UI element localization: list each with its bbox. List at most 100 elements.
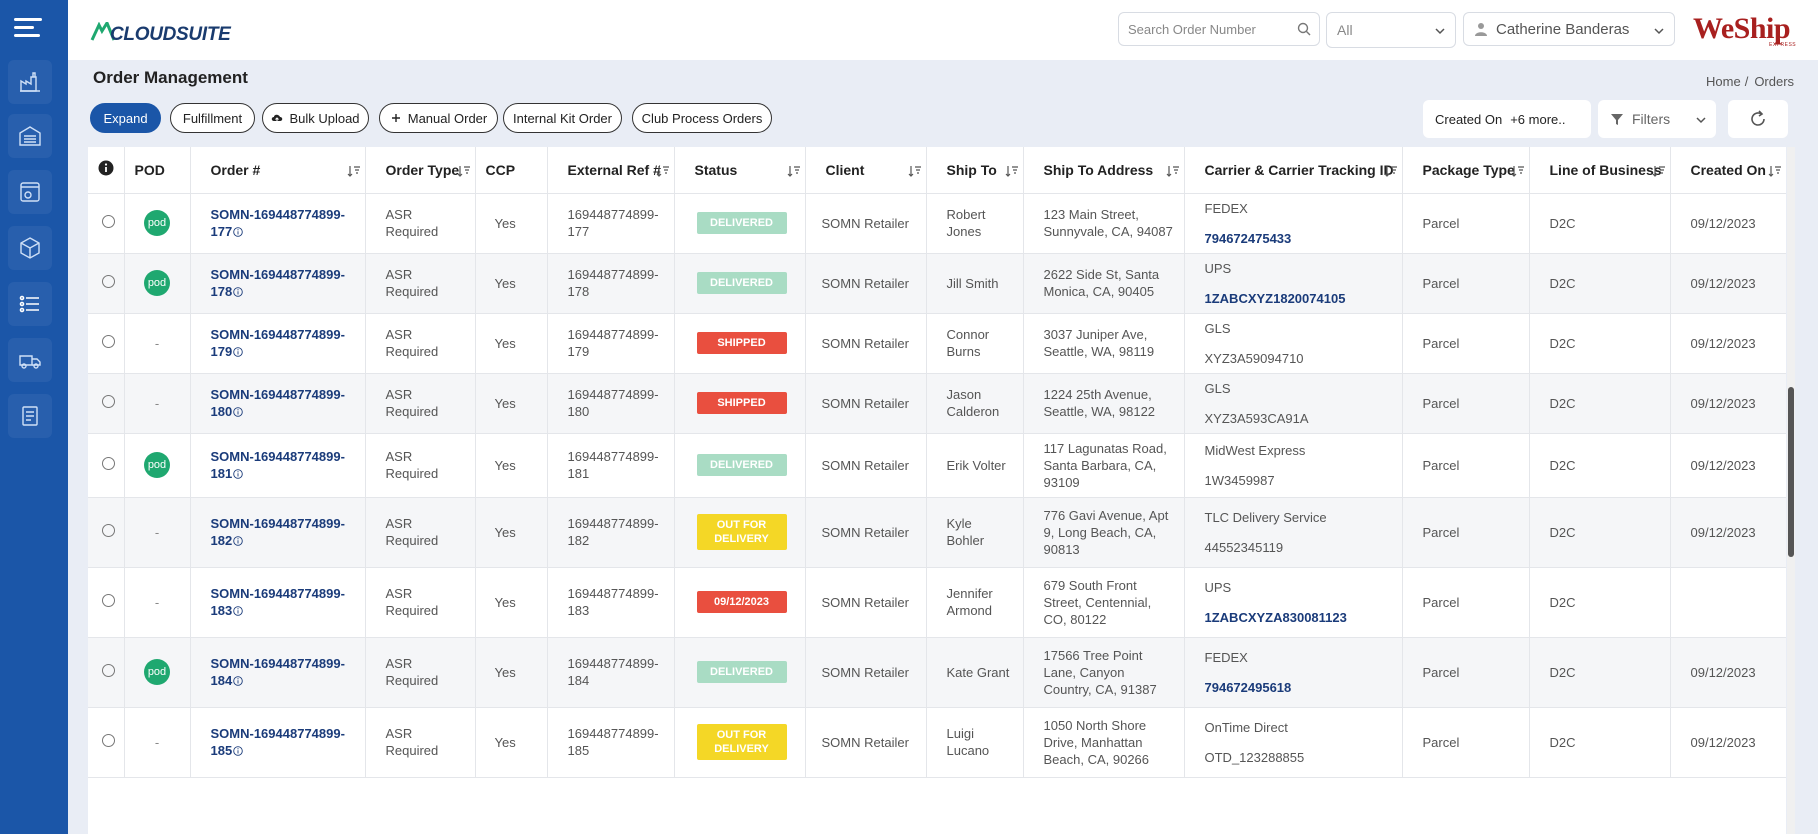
sort-icon[interactable] bbox=[457, 165, 471, 177]
tracking-id[interactable]: XYZ3A59094710 bbox=[1205, 351, 1304, 366]
table-row[interactable]: - SOMN-169448774899- 180 ASR Required Yes… bbox=[88, 373, 1786, 434]
tracking-id[interactable]: 1W3459987 bbox=[1205, 473, 1275, 488]
filters-dropdown[interactable]: Filters bbox=[1598, 100, 1716, 138]
row-radio[interactable] bbox=[102, 214, 115, 228]
info-icon[interactable] bbox=[98, 160, 114, 176]
scrollbar-thumb[interactable] bbox=[1788, 387, 1794, 557]
breadcrumb-home[interactable]: Home bbox=[1706, 74, 1741, 89]
column-header-order-number[interactable]: Order # bbox=[190, 147, 366, 194]
row-radio[interactable] bbox=[102, 394, 115, 408]
info-circle-icon[interactable] bbox=[233, 676, 243, 686]
internal-kit-order-button[interactable]: Internal Kit Order bbox=[503, 103, 622, 133]
refresh-button[interactable] bbox=[1728, 100, 1788, 138]
nav-warehouse-icon[interactable] bbox=[8, 114, 52, 158]
info-circle-icon[interactable] bbox=[233, 606, 243, 616]
expand-button[interactable]: Expand bbox=[90, 103, 161, 133]
pod-badge-icon[interactable]: pod bbox=[144, 270, 170, 296]
order-number-link[interactable]: SOMN-169448774899- 185 bbox=[211, 726, 345, 758]
tracking-id[interactable]: 1ZABCXYZA830081123 bbox=[1205, 610, 1347, 625]
row-radio[interactable] bbox=[102, 274, 115, 288]
info-circle-icon[interactable] bbox=[233, 469, 243, 479]
nav-list-icon[interactable] bbox=[8, 282, 52, 326]
search-icon[interactable] bbox=[1297, 22, 1311, 36]
table-row[interactable]: - SOMN-169448774899- 183 ASR Required Yes… bbox=[88, 567, 1786, 638]
table-row[interactable]: - SOMN-169448774899- 182 ASR Required Yes… bbox=[88, 497, 1786, 568]
table-scrollbar[interactable] bbox=[1787, 147, 1795, 834]
bulk-upload-button[interactable]: Bulk Upload bbox=[262, 103, 369, 133]
cloudsuite-logo[interactable]: CLOUDSUITE bbox=[90, 10, 231, 50]
column-header-carrier[interactable]: Carrier & Carrier Tracking ID bbox=[1184, 147, 1403, 194]
row-radio[interactable] bbox=[102, 456, 115, 470]
table-row[interactable]: pod SOMN-169448774899- 177 ASR Required Y… bbox=[88, 193, 1786, 254]
pod-badge-icon[interactable]: pod bbox=[144, 452, 170, 478]
search-input[interactable] bbox=[1119, 13, 1289, 45]
order-number-link[interactable]: SOMN-169448774899- 180 bbox=[211, 387, 345, 419]
scope-select[interactable]: All bbox=[1326, 12, 1456, 48]
info-circle-icon[interactable] bbox=[233, 347, 243, 357]
order-number-link[interactable]: SOMN-169448774899- 181 bbox=[211, 449, 345, 481]
sort-icon[interactable] bbox=[1005, 165, 1019, 177]
created-on-chip[interactable]: Created On +6 more.. bbox=[1423, 100, 1591, 138]
nav-truck-icon[interactable] bbox=[8, 338, 52, 382]
sort-icon[interactable] bbox=[1768, 165, 1782, 177]
sort-icon[interactable] bbox=[1511, 165, 1525, 177]
sort-icon[interactable] bbox=[1384, 165, 1398, 177]
table-row[interactable]: pod SOMN-169448774899- 181 ASR Required Y… bbox=[88, 433, 1786, 498]
info-circle-icon[interactable] bbox=[233, 746, 243, 756]
sort-icon[interactable] bbox=[908, 165, 922, 177]
column-header-client[interactable]: Client bbox=[805, 147, 927, 194]
column-header-external-ref[interactable]: External Ref # bbox=[547, 147, 675, 194]
column-header-info[interactable] bbox=[88, 147, 125, 194]
order-number-link[interactable]: SOMN-169448774899- 182 bbox=[211, 516, 345, 548]
sort-icon[interactable] bbox=[1166, 165, 1180, 177]
column-header-order-type[interactable]: Order Type bbox=[365, 147, 476, 194]
table-row[interactable]: pod SOMN-169448774899- 184 ASR Required Y… bbox=[88, 637, 1786, 708]
column-header-ship-to-address[interactable]: Ship To Address bbox=[1023, 147, 1185, 194]
tracking-id[interactable]: 44552345119 bbox=[1205, 540, 1284, 555]
order-number-link[interactable]: SOMN-169448774899- 177 bbox=[211, 207, 345, 239]
tracking-id[interactable]: 794672495618 bbox=[1205, 680, 1292, 695]
nav-settings-window-icon[interactable] bbox=[8, 170, 52, 214]
info-circle-icon[interactable] bbox=[233, 287, 243, 297]
nav-box-icon[interactable] bbox=[8, 226, 52, 270]
order-number-link[interactable]: SOMN-169448774899- 178 bbox=[211, 267, 345, 299]
tracking-id[interactable]: XYZ3A593CA91A bbox=[1205, 411, 1309, 426]
column-header-line-of-business[interactable]: Line of Business bbox=[1529, 147, 1671, 194]
column-header-created-on[interactable]: Created On bbox=[1670, 147, 1786, 194]
tracking-id[interactable]: 794672475433 bbox=[1205, 231, 1292, 246]
table-row[interactable]: pod SOMN-169448774899- 178 ASR Required Y… bbox=[88, 253, 1786, 314]
row-radio[interactable] bbox=[102, 523, 115, 537]
fulfillment-button[interactable]: Fulfillment bbox=[170, 103, 255, 133]
info-circle-icon[interactable] bbox=[233, 536, 243, 546]
pod-badge-icon[interactable]: pod bbox=[144, 210, 170, 236]
tracking-id[interactable]: OTD_123288855 bbox=[1205, 750, 1305, 765]
sort-icon[interactable] bbox=[347, 165, 361, 177]
pod-badge-icon[interactable]: pod bbox=[144, 659, 170, 685]
info-circle-icon[interactable] bbox=[233, 227, 243, 237]
table-row[interactable]: - SOMN-169448774899- 179 ASR Required Yes… bbox=[88, 313, 1786, 374]
order-number-link[interactable]: SOMN-169448774899- 179 bbox=[211, 327, 345, 359]
order-number-link[interactable]: SOMN-169448774899- 184 bbox=[211, 656, 345, 688]
column-header-status[interactable]: Status bbox=[674, 147, 806, 194]
column-header-ship-to[interactable]: Ship To bbox=[926, 147, 1024, 194]
menu-icon[interactable] bbox=[14, 18, 42, 40]
nav-factory-icon[interactable] bbox=[8, 60, 52, 104]
column-header-pod[interactable]: POD bbox=[124, 147, 191, 194]
column-header-package-type[interactable]: Package Type bbox=[1402, 147, 1530, 194]
tracking-id[interactable]: 1ZABCXYZ1820074105 bbox=[1205, 291, 1346, 306]
row-radio[interactable] bbox=[102, 593, 115, 607]
sort-icon[interactable] bbox=[787, 165, 801, 177]
order-number-link[interactable]: SOMN-169448774899- 183 bbox=[211, 586, 345, 618]
manual-order-button[interactable]: Manual Order bbox=[379, 103, 498, 133]
user-menu[interactable]: Catherine Banderas bbox=[1463, 12, 1675, 46]
nav-report-icon[interactable] bbox=[8, 394, 52, 438]
row-radio[interactable] bbox=[102, 663, 115, 677]
info-circle-icon[interactable] bbox=[233, 407, 243, 417]
column-header-ccp[interactable]: CCP bbox=[475, 147, 548, 194]
club-process-orders-button[interactable]: Club Process Orders bbox=[632, 103, 772, 133]
sort-icon[interactable] bbox=[656, 165, 670, 177]
table-row[interactable]: - SOMN-169448774899- 185 ASR Required Yes… bbox=[88, 707, 1786, 778]
row-radio[interactable] bbox=[102, 733, 115, 747]
sort-icon[interactable] bbox=[1652, 165, 1666, 177]
row-radio[interactable] bbox=[102, 334, 115, 348]
